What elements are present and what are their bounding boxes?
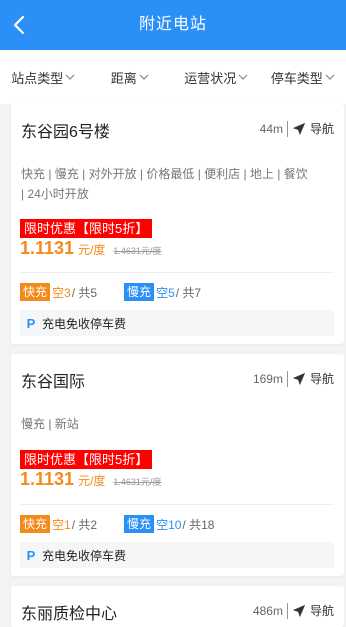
station-card[interactable]: 东谷国际 169m 导航 慢充 | 新站 限时优惠【限时5折】 1.1131 元…	[11, 354, 344, 576]
filter-site-type[interactable]: 站点类型	[0, 68, 87, 87]
divider	[286, 370, 288, 387]
station-tags: 快充 | 慢充 | 对外开放 | 价格最低 | 便利店 | 地上 | 餐饮 | …	[21, 164, 332, 204]
station-distance-nav[interactable]: 44m 导航	[260, 120, 334, 137]
navigate-label: 导航	[309, 122, 334, 136]
parking-note: 充电免收停车费	[42, 548, 127, 563]
fast-free-count: 空1	[52, 517, 71, 532]
navigate-label: 导航	[309, 372, 334, 386]
fast-charge-badge: 快充	[20, 515, 51, 533]
parking-icon: P	[26, 315, 36, 331]
price-row: 1.1131 元/度 1.4631元/度	[20, 469, 161, 490]
slow-total-count: / 共7	[175, 285, 202, 300]
filter-label: 停车类型	[270, 70, 323, 86]
filter-bar: 站点类型 距离 运营状况 停车类型	[0, 50, 346, 104]
slow-total-count: / 共18	[182, 517, 215, 532]
promo-badge: 限时优惠【限时5折】	[20, 450, 153, 469]
fast-total-count: / 共5	[71, 285, 98, 300]
tags-line: 慢充 | 新站	[21, 417, 79, 431]
filter-operation-status[interactable]: 运营状况	[173, 68, 260, 87]
slow-charge-badge: 慢充	[124, 283, 155, 301]
filter-label: 站点类型	[11, 70, 64, 86]
distance-value: 486m	[252, 603, 283, 618]
station-name: 东丽质检中心	[21, 606, 118, 623]
chevron-down-icon	[65, 74, 75, 80]
price-row: 1.1131 元/度 1.4631元/度	[20, 238, 161, 259]
fast-charge-badge: 快充	[20, 283, 51, 301]
chevron-down-icon	[238, 74, 248, 80]
price-unit: 元/度	[78, 474, 106, 488]
chevron-down-icon	[139, 74, 149, 80]
navigation-arrow-icon	[292, 604, 306, 617]
station-name: 东谷园6号楼	[21, 124, 110, 141]
filter-parking-type[interactable]: 停车类型	[260, 68, 346, 87]
parking-info: P 充电免收停车费	[20, 310, 334, 336]
slow-charger-slots: 慢充 空10 / 共18	[124, 515, 214, 533]
navigation-arrow-icon	[292, 372, 306, 385]
divider	[286, 602, 288, 619]
filter-distance[interactable]: 距离	[87, 68, 174, 87]
station-distance-nav[interactable]: 486m 导航	[253, 602, 334, 619]
station-card[interactable]: 东丽质检中心 486m 导航	[11, 586, 344, 627]
navigation-arrow-icon	[292, 122, 306, 135]
top-bar: 附近电站	[0, 0, 346, 50]
fast-charger-slots: 快充 空3 / 共5	[20, 283, 97, 301]
tags-line: 快充 | 慢充 | 对外开放 | 价格最低 | 便利店 | 地上 | 餐饮	[21, 167, 308, 181]
page-title: 附近电站	[138, 16, 207, 33]
station-distance-nav[interactable]: 169m 导航	[253, 370, 334, 387]
price-value: 1.1131	[20, 238, 75, 258]
fast-total-count: / 共2	[71, 517, 98, 532]
distance-value: 169m	[252, 371, 283, 386]
price-value: 1.1131	[20, 469, 75, 489]
station-card[interactable]: 东谷园6号楼 44m 导航 快充 | 慢充 | 对外开放 | 价格最低 | 便利…	[11, 104, 344, 344]
price-unit: 元/度	[78, 243, 106, 257]
original-price: 1.4631元/度	[113, 246, 162, 256]
filter-label: 运营状况	[184, 70, 237, 86]
charger-availability: 快充 空3 / 共5 慢充 空5 / 共7	[20, 283, 201, 301]
distance-value: 44m	[259, 121, 283, 136]
fast-free-count: 空3	[52, 285, 71, 300]
parking-info: P 充电免收停车费	[20, 542, 334, 568]
original-price: 1.4631元/度	[113, 477, 162, 487]
tags-line: | 24小时开放	[21, 187, 89, 201]
station-name: 东谷国际	[21, 374, 86, 391]
parking-icon: P	[26, 547, 36, 563]
filter-label: 距离	[110, 70, 137, 86]
fast-charger-slots: 快充 空1 / 共2	[20, 515, 97, 533]
chevron-down-icon	[325, 74, 335, 80]
slow-free-count: 空5	[156, 285, 175, 300]
parking-note: 充电免收停车费	[42, 316, 127, 331]
divider	[286, 120, 288, 137]
slow-free-count: 空10	[156, 517, 182, 532]
charger-availability: 快充 空1 / 共2 慢充 空10 / 共18	[20, 515, 214, 533]
station-tags: 慢充 | 新站	[21, 414, 332, 434]
promo-badge: 限时优惠【限时5折】	[20, 219, 153, 238]
slow-charger-slots: 慢充 空5 / 共7	[124, 283, 201, 301]
navigate-label: 导航	[309, 604, 334, 618]
slow-charge-badge: 慢充	[124, 515, 155, 533]
divider	[20, 272, 334, 273]
divider	[20, 504, 334, 505]
